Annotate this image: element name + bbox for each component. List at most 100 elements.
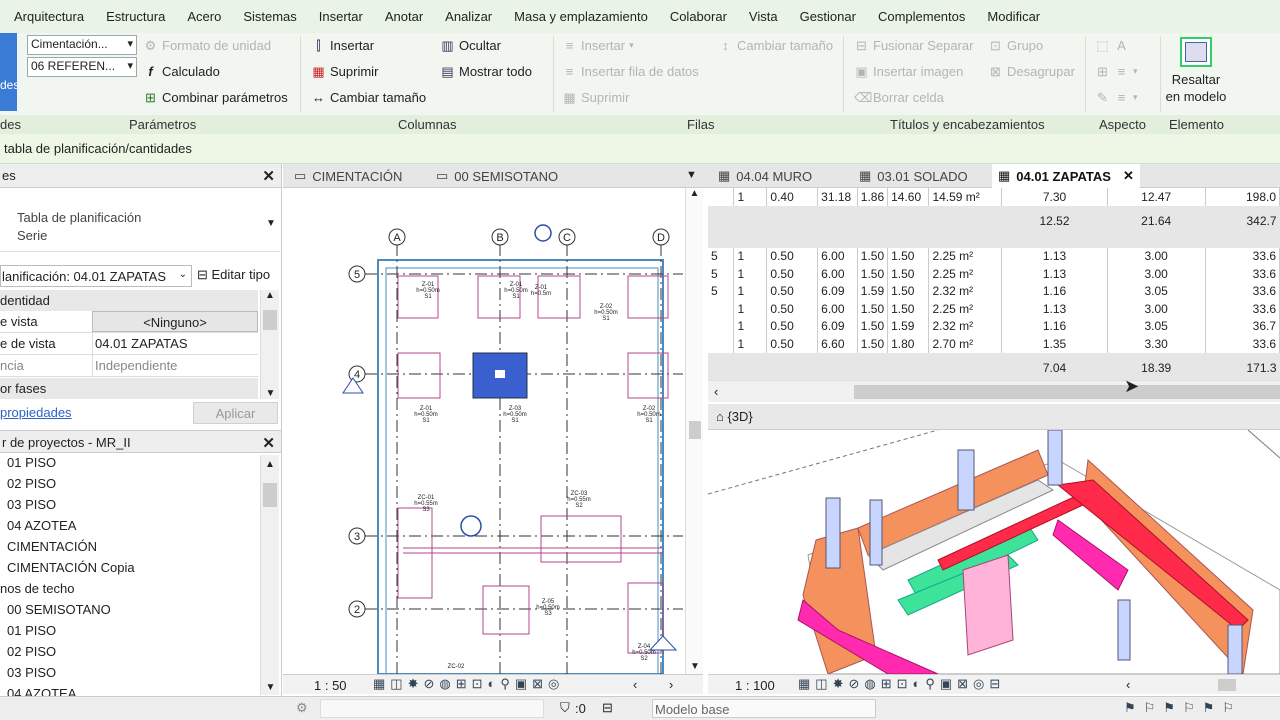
table-cell[interactable]: 0.50 <box>766 282 819 300</box>
menu-item[interactable]: Anotar <box>385 9 423 24</box>
edit-type-button[interactable]: ⊟ Editar tipo <box>197 267 270 283</box>
table-cell[interactable] <box>929 353 1002 383</box>
apply-button[interactable]: Aplicar <box>193 402 278 424</box>
browser-item[interactable]: 02 PISO <box>7 476 56 491</box>
table-cell[interactable] <box>708 206 734 236</box>
close-icon[interactable]: ✕ <box>262 434 275 452</box>
table-cell[interactable]: 2.32 m² <box>928 282 1003 300</box>
category-dropdown[interactable]: Cimentación... <box>27 35 137 55</box>
section-phases[interactable]: or fases <box>0 378 258 399</box>
table-cell[interactable]: 0.50 <box>766 247 819 265</box>
menu-item[interactable]: Estructura <box>106 9 165 24</box>
view-scale[interactable]: 1 : 50 <box>314 678 347 693</box>
close-icon[interactable]: ✕ <box>1123 168 1134 184</box>
table-cell[interactable] <box>1107 236 1205 248</box>
resize-column-button[interactable]: ↔ Cambiar tamaño <box>311 90 426 105</box>
menu-item[interactable]: Colaborar <box>670 9 727 24</box>
format-units-button[interactable]: ⚙ Formato de unidad <box>143 38 271 53</box>
table-cell[interactable]: 6.00 <box>817 247 858 265</box>
group-button[interactable]: ⊡ Grupo <box>988 38 1043 53</box>
shading-icon[interactable]: ⬚ A <box>1095 38 1129 53</box>
table-cell[interactable]: 3.00 <box>1107 300 1206 318</box>
table-row[interactable]: 1 0.50 6.09 1.50 1.59 2.32 m² 1.16 3.05 36.7 <box>708 317 1280 335</box>
table-row[interactable]: 5 1 0.50 6.09 1.59 1.50 2.32 m² 1.16 3.05 33.6 <box>708 282 1280 300</box>
menu-item[interactable]: Gestionar <box>800 9 856 24</box>
font-icon[interactable]: ✎ ≡ ▾ <box>1095 90 1137 105</box>
template-button[interactable]: <Ninguno> <box>92 311 258 332</box>
view-scale[interactable]: 1 : 100 <box>735 678 775 693</box>
table-cell[interactable]: 0.50 <box>766 300 819 318</box>
table-cell[interactable]: 3.00 <box>1107 265 1206 283</box>
table-cell[interactable]: 31.18 <box>817 188 858 206</box>
table-cell[interactable] <box>929 206 1002 236</box>
menu-item[interactable]: Arquitectura <box>14 9 84 24</box>
table-cell[interactable]: 12.47 <box>1107 188 1206 206</box>
table-cell[interactable]: 198.0 <box>1205 188 1280 206</box>
table-cell[interactable] <box>857 353 887 383</box>
table-cell[interactable]: 1.35 <box>1001 335 1108 353</box>
table-cell[interactable]: 0.50 <box>766 335 819 353</box>
table-cell[interactable] <box>708 300 735 318</box>
table-cell[interactable]: 14.59 m² <box>928 188 1003 206</box>
browser-item[interactable]: 00 SEMISOTANO <box>7 602 111 617</box>
chevron-left-icon[interactable]: ‹ <box>714 384 718 399</box>
plan-drawing[interactable]: A B C D5432Z-01h=0.50mS1Z-01h=0.50mS1Z-01h=… <box>283 188 703 674</box>
menu-item[interactable]: Modificar <box>987 9 1040 24</box>
table-row[interactable]: 5 1 0.50 6.00 1.50 1.50 2.25 m² 1.13 3.00 33.6 <box>708 265 1280 283</box>
delete-row-button[interactable]: ▦ Suprimir <box>562 90 629 105</box>
table-cell[interactable]: 33.6 <box>1205 282 1280 300</box>
table-cell[interactable]: 1.13 <box>1001 265 1108 283</box>
table-cell[interactable]: 14.60 <box>887 188 930 206</box>
table-cell[interactable]: 5 <box>708 265 735 283</box>
table-cell[interactable]: 12.52 <box>1002 206 1107 236</box>
table-cell[interactable]: 1.50 <box>887 265 930 283</box>
table-cell[interactable]: 36.7 <box>1205 317 1280 335</box>
table-cell[interactable]: 1.50 <box>887 300 930 318</box>
menu-item[interactable]: Masa y emplazamiento <box>514 9 648 24</box>
table-cell[interactable]: 7.04 <box>1002 353 1107 383</box>
table-cell[interactable]: 6.60 <box>817 335 858 353</box>
section-identity[interactable]: dentidad <box>0 290 258 311</box>
table-row[interactable]: 1 0.50 6.00 1.50 1.50 2.25 m² 1.13 3.00 33.6 <box>708 300 1280 318</box>
table-cell[interactable]: 33.6 <box>1205 247 1280 265</box>
table-row[interactable]: 5 1 0.50 6.00 1.50 1.50 2.25 m² 1.13 3.00 33.6 <box>708 247 1280 265</box>
browser-item[interactable]: 03 PISO <box>7 497 56 512</box>
table-cell[interactable]: 6.09 <box>817 282 858 300</box>
table-cell[interactable]: 3.00 <box>1107 247 1206 265</box>
table-cell[interactable]: 7.30 <box>1001 188 1108 206</box>
tab-muro[interactable]: ▦ 04.04 MURO <box>712 164 818 188</box>
table-cell[interactable]: 1.50 <box>857 335 889 353</box>
menu-item[interactable]: Sistemas <box>243 9 296 24</box>
reference-dropdown[interactable]: 06 REFEREN... <box>27 57 137 77</box>
table-cell[interactable]: 1.59 <box>857 282 889 300</box>
table-row[interactable]: 1 0.50 6.60 1.50 1.80 2.70 m² 1.35 3.30 33.6 <box>708 335 1280 353</box>
table-cell[interactable]: 1.86 <box>857 188 889 206</box>
view3d-canvas[interactable] <box>708 430 1280 674</box>
table-row[interactable]: 7.04 18.39 171.3 <box>708 352 1280 383</box>
table-cell[interactable]: 0.50 <box>766 265 819 283</box>
instance-selector[interactable]: lanificación: 04.01 ZAPATAS ⌄ <box>0 265 192 287</box>
table-cell[interactable]: 33.6 <box>1205 300 1280 318</box>
table-cell[interactable]: 1.50 <box>857 317 889 335</box>
browser-item[interactable]: CIMENTACIÓN Copia <box>7 560 135 575</box>
properties-scrollbar[interactable]: ▲ ▼ <box>260 290 279 399</box>
table-cell[interactable] <box>888 206 929 236</box>
table-cell[interactable]: 2.25 m² <box>928 300 1003 318</box>
table-cell[interactable]: 1 <box>733 317 768 335</box>
schedule-hscroll[interactable]: ‹ <box>708 380 1280 402</box>
table-cell[interactable] <box>818 206 858 236</box>
table-cell[interactable]: 5 <box>708 282 735 300</box>
model-selector[interactable]: Modelo base <box>652 699 876 718</box>
delete-column-button[interactable]: ▦ Suprimir <box>311 64 378 79</box>
ribbon-left-button[interactable]: des <box>0 33 17 111</box>
menu-item[interactable]: Vista <box>749 9 778 24</box>
show-all-button[interactable]: ▤ Mostrar todo <box>440 64 532 79</box>
table-cell[interactable]: 6.00 <box>817 300 858 318</box>
worksets-icon[interactable]: ⚙ <box>296 700 308 716</box>
selection-toggle-icons[interactable]: ⚑⚐⚑⚐⚑⚐ <box>1124 700 1242 716</box>
table-cell[interactable]: 1.80 <box>887 335 930 353</box>
table-cell[interactable]: 1.59 <box>887 317 930 335</box>
table-cell[interactable]: 21.64 <box>1107 206 1205 236</box>
properties-help-link[interactable]: propiedades <box>0 405 72 420</box>
table-cell[interactable] <box>767 236 818 248</box>
